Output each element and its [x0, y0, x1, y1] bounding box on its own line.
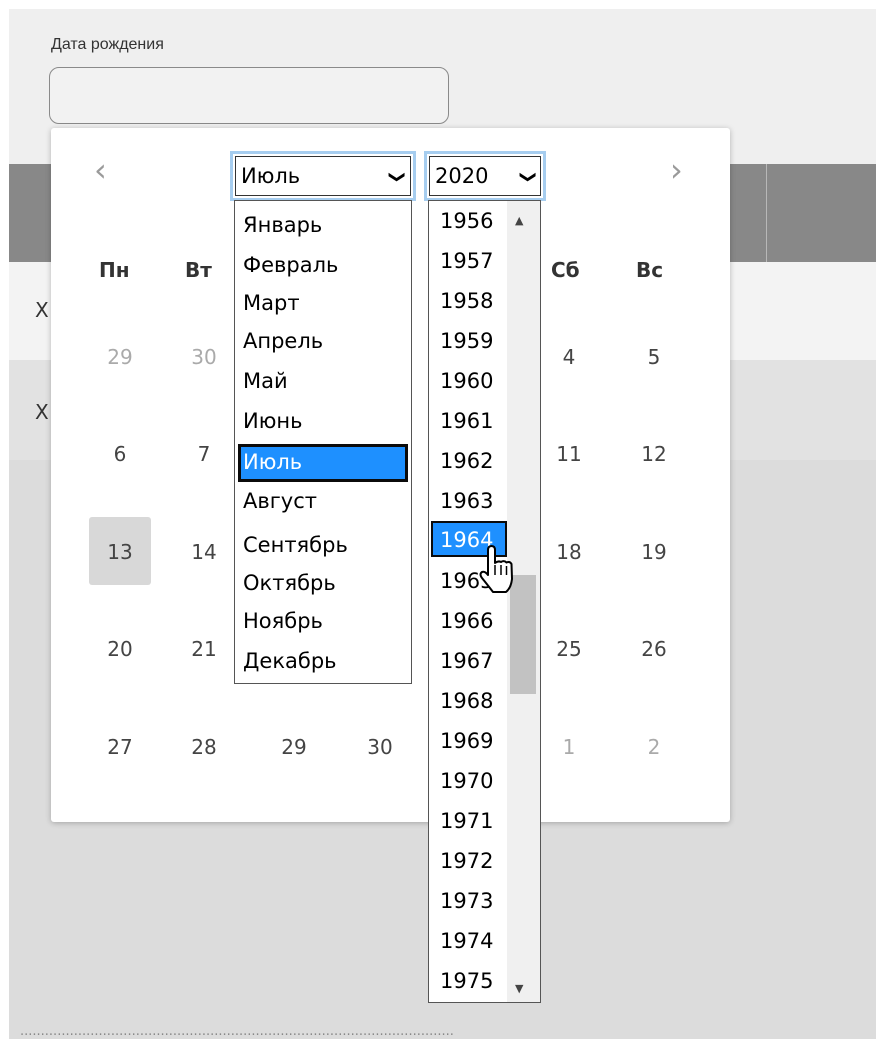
- weekday-mon: Пн: [99, 258, 130, 282]
- day-cell[interactable]: 29: [270, 732, 318, 762]
- day-cell[interactable]: 2: [630, 732, 678, 762]
- day-cell[interactable]: 14: [180, 537, 228, 567]
- day-cell[interactable]: 21: [180, 634, 228, 664]
- scroll-down-icon[interactable]: ▼: [515, 982, 523, 995]
- chevron-down-icon: ❯: [519, 170, 539, 184]
- chevron-down-icon: ❯: [388, 170, 408, 184]
- birth-date-input[interactable]: [49, 67, 449, 124]
- day-cell[interactable]: 7: [180, 439, 228, 469]
- day-cell[interactable]: 28: [180, 732, 228, 762]
- year-option[interactable]: 1971: [440, 807, 493, 835]
- day-cell-today[interactable]: 13: [96, 537, 144, 567]
- row-text: Х: [35, 298, 49, 322]
- day-cell[interactable]: 29: [96, 342, 144, 372]
- footer-text: ........................................…: [20, 1024, 454, 1039]
- day-cell[interactable]: 27: [96, 732, 144, 762]
- month-option[interactable]: Февраль: [243, 251, 338, 279]
- year-option[interactable]: 1962: [440, 447, 493, 475]
- year-option[interactable]: 1960: [440, 367, 493, 395]
- month-option[interactable]: Июнь: [243, 407, 303, 435]
- month-option[interactable]: Март: [243, 289, 300, 317]
- month-dropdown-list: Январь Февраль Март Апрель Май Июнь Июль…: [234, 200, 412, 684]
- year-option[interactable]: 1970: [440, 767, 493, 795]
- year-option[interactable]: 1958: [440, 287, 493, 315]
- day-cell[interactable]: 4: [545, 342, 593, 372]
- day-cell[interactable]: 25: [545, 634, 593, 664]
- month-select[interactable]: Июль ❯: [230, 151, 416, 201]
- day-cell[interactable]: 26: [630, 634, 678, 664]
- day-cell[interactable]: 5: [630, 342, 678, 372]
- year-option[interactable]: 1974: [440, 927, 493, 955]
- next-month-icon[interactable]: ›: [670, 150, 683, 190]
- day-cell[interactable]: 30: [356, 732, 404, 762]
- day-cell[interactable]: 12: [630, 439, 678, 469]
- year-option[interactable]: 1973: [440, 887, 493, 915]
- day-cell[interactable]: 1: [545, 732, 593, 762]
- hand-cursor-icon: [479, 545, 513, 593]
- year-option[interactable]: 1972: [440, 847, 493, 875]
- year-option[interactable]: 1961: [440, 407, 493, 435]
- year-option[interactable]: 1957: [440, 247, 493, 275]
- year-option[interactable]: 1968: [440, 687, 493, 715]
- weekday-sat: Сб: [551, 258, 580, 282]
- day-cell[interactable]: 18: [545, 537, 593, 567]
- year-select[interactable]: 2020 ❯: [424, 151, 546, 201]
- year-option[interactable]: 1959: [440, 327, 493, 355]
- day-cell[interactable]: 6: [96, 439, 144, 469]
- birth-date-label: Дата рождения: [51, 36, 164, 53]
- month-option[interactable]: Сентябрь: [243, 531, 348, 559]
- month-option[interactable]: Октябрь: [243, 569, 336, 597]
- day-cell[interactable]: 20: [96, 634, 144, 664]
- row-text: Х: [35, 400, 49, 424]
- year-option[interactable]: 1966: [440, 607, 493, 635]
- year-option[interactable]: 1975: [440, 967, 493, 995]
- year-select-value: 2020: [435, 164, 489, 188]
- table-header-separator: [766, 164, 767, 262]
- month-option[interactable]: Август: [243, 487, 317, 515]
- day-cell[interactable]: 30: [180, 342, 228, 372]
- year-option[interactable]: 1956: [440, 207, 493, 235]
- weekday-tue: Вт: [185, 258, 212, 282]
- scroll-up-icon[interactable]: ▲: [515, 214, 523, 227]
- weekday-sun: Вс: [636, 258, 664, 282]
- month-option[interactable]: Январь: [243, 211, 322, 239]
- day-cell[interactable]: 11: [545, 439, 593, 469]
- month-option-selected[interactable]: Июль: [243, 448, 302, 476]
- year-option[interactable]: 1967: [440, 647, 493, 675]
- month-option[interactable]: Ноябрь: [243, 607, 323, 635]
- month-option[interactable]: Май: [243, 367, 288, 395]
- month-option[interactable]: Декабрь: [243, 647, 337, 675]
- month-select-value: Июль: [241, 164, 301, 188]
- prev-month-icon[interactable]: ‹: [94, 150, 107, 190]
- year-option[interactable]: 1963: [440, 487, 493, 515]
- day-cell[interactable]: 19: [630, 537, 678, 567]
- year-option[interactable]: 1969: [440, 727, 493, 755]
- month-option[interactable]: Апрель: [243, 327, 323, 355]
